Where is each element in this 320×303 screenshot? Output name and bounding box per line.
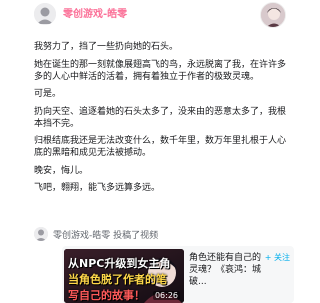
content-paragraph: 归根结底我还是无法改变什么，数千年里，数万年里扎根于人心底的黑暗和成见无法被撼动… <box>34 136 287 158</box>
share-author-name[interactable]: 零创游戏-皓零 <box>53 231 110 241</box>
user-avatar[interactable] <box>260 2 286 28</box>
follow-button[interactable]: + 关注 <box>265 252 290 263</box>
video-title[interactable]: 角色还能有自己的灵魂？《哀鸿：城破... <box>189 252 267 288</box>
video-thumbnail[interactable]: 从NPC升级到女主角 当角色脱了作者的笔 写自己的故事！ 06:26 <box>64 249 184 303</box>
content-paragraph: 扔向天空、追逐着她的石头太多了，没来由的恶意太多了，我根本挡不完。 <box>34 106 287 129</box>
shared-video-header: 零创游戏-皓零 投稿了视频 <box>34 226 292 242</box>
video-card[interactable]: 从NPC升级到女主角 当角色脱了作者的笔 写自己的故事！ 06:26 角色还能有… <box>62 246 294 303</box>
thumbnail-caption: 当角色脱了作者的笔 <box>68 273 167 286</box>
content-paragraph: 她在诞生的那一刻就像展翅高飞的鸟，永远脱离了我，在许许多多的人心中鲜活的活着，拥… <box>34 59 287 82</box>
author-name[interactable]: 零创游戏-皓零 <box>63 5 127 20</box>
share-action: 投稿了视频 <box>113 231 159 241</box>
video-duration: 06:26 <box>152 291 180 300</box>
thumbnail-caption: 从NPC升级到女主角 <box>68 257 171 270</box>
share-line: 零创游戏-皓零 投稿了视频 <box>53 228 158 241</box>
content-paragraph: 飞吧，翱翔，能飞多远算多远。 <box>34 183 161 193</box>
content-paragraph: 可是。 <box>34 89 62 99</box>
post-content: 我努力了，挡了一些扔向她的石头。 她在诞生的那一刻就像展翅高飞的鸟，永远脱离了我… <box>34 41 292 200</box>
content-paragraph: 我努力了，挡了一些扔向她的石头。 <box>34 42 179 52</box>
author-avatar[interactable] <box>34 3 56 25</box>
thumbnail-caption: 写自己的故事！ <box>68 289 145 302</box>
post-header: 零创游戏-皓零 <box>0 0 300 38</box>
share-author-avatar[interactable] <box>34 227 48 241</box>
content-paragraph: 晚安，悔儿。 <box>34 165 89 176</box>
